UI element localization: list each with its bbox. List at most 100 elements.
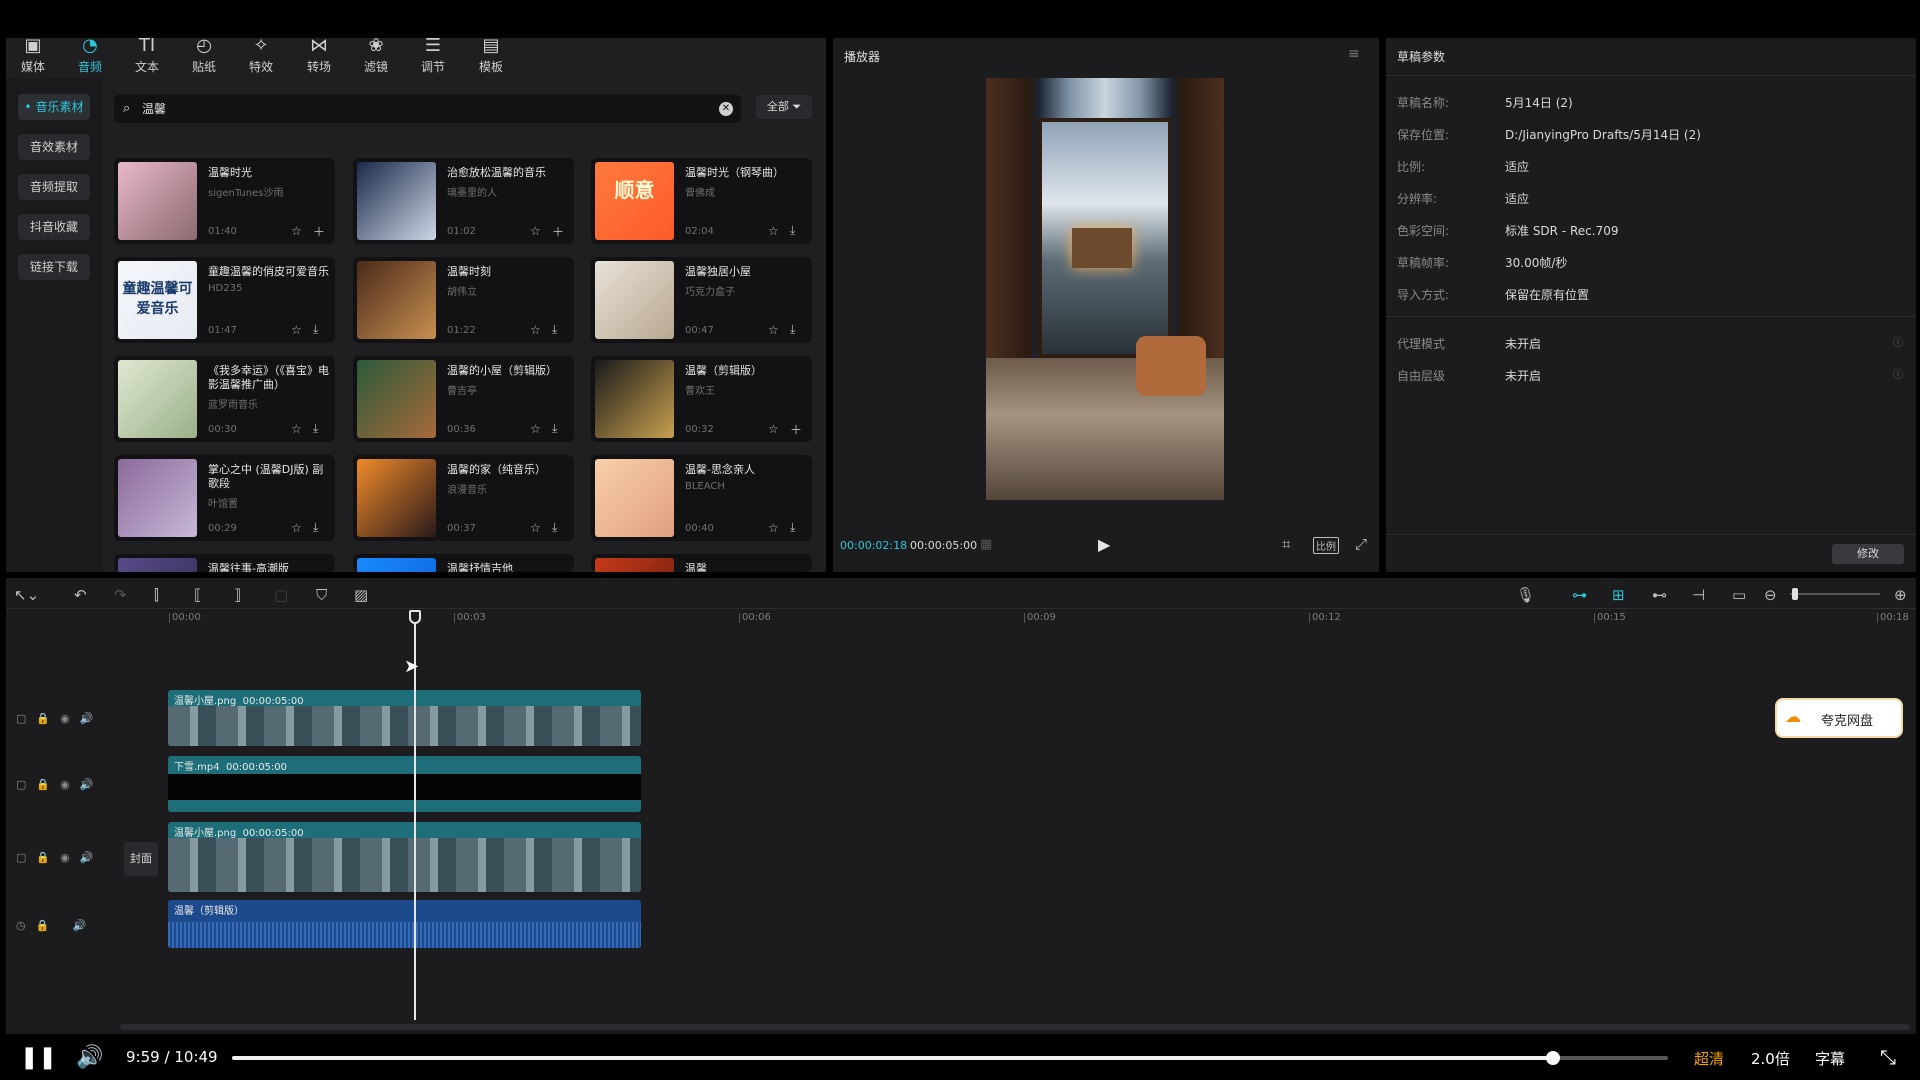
music-card[interactable]: 治愈放松温馨的音乐 璃墨里的人 01:02 ☆ ＋ <box>353 158 574 244</box>
timeline-scrollbar[interactable] <box>120 1024 1910 1030</box>
delete-icon[interactable]: ▢ <box>274 586 288 604</box>
music-card[interactable]: 温馨-思念亲人 BLEACH 00:40 ☆ ⤓ <box>591 455 812 541</box>
sidebar-item-link-download[interactable]: 链接下载 <box>18 254 90 280</box>
timeline-clip-video[interactable]: 下雪.mp4 00:00:05:00 <box>168 756 641 812</box>
music-card[interactable]: 温馨 <box>591 554 812 572</box>
fullscreen-icon[interactable]: ⤢ <box>1355 535 1367 553</box>
split-right-icon[interactable]: ⟧ <box>234 586 241 604</box>
music-card[interactable]: 温馨的小屋（剪辑版） 曹吉亭 00:36 ☆ ⤓ <box>353 356 574 442</box>
player-menu-icon[interactable]: ≡ <box>1348 46 1360 62</box>
track-1-controls[interactable]: ▢🔒◉🔊 <box>16 712 103 725</box>
music-card[interactable]: 掌心之中 (温馨DJ版) 副歌段 叶馆置 00:29 ☆ ⤓ <box>114 455 335 541</box>
fullscreen-timeline-icon[interactable]: ▭ <box>1732 586 1746 604</box>
clear-search-icon[interactable]: ✕ <box>719 102 733 116</box>
download-icon[interactable]: ⤓ <box>552 421 557 436</box>
undo-icon[interactable]: ↶ <box>74 586 87 604</box>
download-icon[interactable]: ⤓ <box>790 322 795 337</box>
download-icon[interactable]: ⤓ <box>790 520 795 535</box>
tab-template[interactable]: ▤ 模板 <box>466 36 516 75</box>
tab-adjust[interactable]: ☰ 调节 <box>408 36 458 75</box>
music-card[interactable]: 《我多幸运》（《喜宝》电影温馨推广曲） 蓝罗雨音乐 00:30 ☆ ⤓ <box>114 356 335 442</box>
magnet-icon[interactable]: ⊶ <box>1572 586 1587 604</box>
add-icon[interactable]: ＋ <box>552 223 564 240</box>
tab-sticker[interactable]: ◴ 贴纸 <box>179 36 229 75</box>
exit-fullscreen-icon[interactable]: ⤡ <box>1880 1045 1896 1069</box>
download-icon[interactable]: ⤓ <box>552 520 557 535</box>
download-icon[interactable]: ⤓ <box>552 322 557 337</box>
tab-effects[interactable]: ✧ 特效 <box>236 36 286 75</box>
linkage-icon[interactable]: ⊞ <box>1612 586 1625 604</box>
split-icon[interactable]: ⫿ <box>154 586 159 604</box>
zoom-out-icon[interactable]: ⊖ <box>1764 586 1777 604</box>
favorite-star-icon[interactable]: ☆ <box>768 323 779 337</box>
modify-button[interactable]: 修改 <box>1832 544 1904 564</box>
music-card[interactable]: 温馨抒情吉他 <box>353 554 574 572</box>
favorite-star-icon[interactable]: ☆ <box>530 323 541 337</box>
timeline-clip-video[interactable]: 温馨小屋.png 00:00:05:00 <box>168 822 641 892</box>
music-card[interactable]: 温馨时光 sigenTunes沙雨 01:40 ☆ ＋ <box>114 158 335 244</box>
sidebar-item-sound-effects[interactable]: 音效素材 <box>18 134 90 160</box>
add-icon[interactable]: ＋ <box>313 223 325 240</box>
download-icon[interactable]: ⤓ <box>313 520 318 535</box>
pause-icon[interactable]: ❚❚ <box>20 1045 57 1070</box>
image-edit-icon[interactable]: ▨ <box>354 586 368 604</box>
microphone-icon[interactable]: 🎙 <box>1516 586 1535 604</box>
download-icon[interactable]: ⤓ <box>313 322 318 337</box>
tab-media[interactable]: ▣ 媒体 <box>8 36 58 75</box>
timeline-clip-video[interactable]: 温馨小屋.png 00:00:05:00 <box>168 690 641 746</box>
add-icon[interactable]: ＋ <box>790 421 802 438</box>
tab-filter[interactable]: ❀ 滤镜 <box>351 36 401 75</box>
help-icon[interactable]: ⓘ <box>1893 366 1903 381</box>
download-icon[interactable]: ⤓ <box>313 421 318 436</box>
favorite-star-icon[interactable]: ☆ <box>530 224 541 238</box>
music-card[interactable]: 顺意 温馨时光（钢琴曲） 曾佛成 02:04 ☆ ⤓ <box>591 158 812 244</box>
zoom-in-icon[interactable]: ⊕ <box>1894 586 1907 604</box>
video-progress-bar[interactable] <box>232 1051 1668 1065</box>
speed-button[interactable]: 2.0倍 <box>1751 1048 1790 1069</box>
download-icon[interactable]: ⤓ <box>790 223 795 238</box>
cloud-badge[interactable]: ☁ 夸克网盘 <box>1777 700 1901 736</box>
favorite-star-icon[interactable]: ☆ <box>530 521 541 535</box>
zoom-slider[interactable] <box>1790 588 1880 600</box>
quality-button[interactable]: 超清 <box>1694 1048 1724 1069</box>
split-left-icon[interactable]: ⟦ <box>194 586 201 604</box>
ratio-button[interactable]: 比例 <box>1313 537 1339 554</box>
zoom-slider-handle[interactable] <box>1792 588 1798 600</box>
chain-link-icon[interactable]: ⊷ <box>1652 586 1667 604</box>
music-card[interactable]: 温馨时刻 胡伟立 01:22 ☆ ⤓ <box>353 257 574 343</box>
favorite-star-icon[interactable]: ☆ <box>768 224 779 238</box>
music-card[interactable]: 温馨往事-高潮版 <box>114 554 335 572</box>
audio-track-controls[interactable]: ◷🔒 🔊 <box>16 919 97 932</box>
favorite-star-icon[interactable]: ☆ <box>291 422 302 436</box>
preview-axis-icon[interactable]: ⊣ <box>1692 586 1705 604</box>
sidebar-item-audio-extract[interactable]: 音频提取 <box>18 174 90 200</box>
select-tool-icon[interactable]: ↖⌄ <box>14 586 39 604</box>
play-icon[interactable]: ▶ <box>1098 535 1110 554</box>
search-input[interactable]: ⌕ 温馨 ✕ <box>114 95 741 123</box>
favorite-star-icon[interactable]: ☆ <box>530 422 541 436</box>
subtitle-button[interactable]: 字幕 <box>1815 1048 1845 1069</box>
help-icon[interactable]: ⓘ <box>1893 334 1903 349</box>
redo-icon[interactable]: ↷ <box>114 586 127 604</box>
music-card[interactable]: 温馨的家（纯音乐） 浪漫音乐 00:37 ☆ ⤓ <box>353 455 574 541</box>
filter-button[interactable]: 全部 ⏷ <box>756 95 812 119</box>
track-2-controls[interactable]: ▢🔒◉🔊 <box>16 778 103 791</box>
music-card[interactable]: 童趣温馨可爱音乐 童趣温馨的俏皮可爱音乐 HD235 01:47 ☆ ⤓ <box>114 257 335 343</box>
timeline-clip-audio[interactable]: 温馨（剪辑版） <box>168 900 641 948</box>
timecode-grid-icon[interactable]: ▦ <box>980 537 992 552</box>
screenshot-icon[interactable]: ⌗ <box>1282 535 1290 553</box>
marker-icon[interactable]: ⛉ <box>316 586 327 604</box>
cover-button[interactable]: 封面 <box>124 842 158 876</box>
favorite-star-icon[interactable]: ☆ <box>291 224 302 238</box>
music-card[interactable]: 温馨（剪辑版） 曹欢王 00:32 ☆ ＋ <box>591 356 812 442</box>
volume-icon[interactable]: 🔊 <box>76 1045 103 1070</box>
favorite-star-icon[interactable]: ☆ <box>768 422 779 436</box>
tab-audio[interactable]: ◔ 音频 <box>65 36 115 75</box>
tab-transition[interactable]: ⋈ 转场 <box>294 36 344 75</box>
favorite-star-icon[interactable]: ☆ <box>291 521 302 535</box>
video-progress-handle[interactable] <box>1546 1051 1561 1065</box>
sidebar-item-music[interactable]: • 音乐素材 <box>18 94 90 120</box>
sidebar-item-douyin-favorites[interactable]: 抖音收藏 <box>18 214 90 240</box>
music-card[interactable]: 温馨独居小屋 巧克力盒子 00:47 ☆ ⤓ <box>591 257 812 343</box>
favorite-star-icon[interactable]: ☆ <box>291 323 302 337</box>
